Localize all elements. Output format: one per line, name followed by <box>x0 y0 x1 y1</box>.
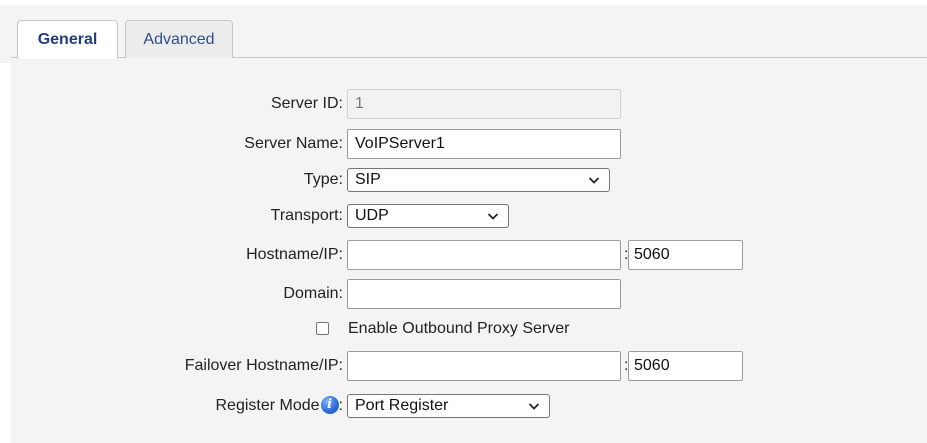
domain-label: Domain: <box>283 285 343 302</box>
transport-label: Transport: <box>270 207 343 224</box>
register-mode-row: Register Mode i: Port Register <box>0 392 927 422</box>
outbound-proxy-label[interactable]: Enable Outbound Proxy Server <box>348 315 569 343</box>
hostname-input[interactable] <box>347 240 621 270</box>
hostname-port-value: 5060 <box>634 246 670 263</box>
register-mode-colon: : <box>338 397 343 414</box>
server-id-value: 1 <box>355 95 364 112</box>
transport-selected-value: UDP <box>355 207 389 224</box>
domain-row: Domain: <box>0 279 927 309</box>
hostname-label: Hostname/IP: <box>246 246 343 263</box>
server-id-label: Server ID: <box>270 95 343 112</box>
register-mode-select[interactable]: Port Register <box>347 394 550 418</box>
tab-advanced-label: Advanced <box>143 30 215 48</box>
tab-general[interactable]: General <box>17 20 118 59</box>
failover-hostname-input[interactable] <box>347 351 621 381</box>
server-id-row: Server ID: 1 <box>0 89 927 119</box>
register-mode-selected-value: Port Register <box>355 397 449 414</box>
chevron-down-icon <box>487 213 499 220</box>
tab-general-label: General <box>37 31 98 48</box>
chevron-down-icon <box>528 403 540 410</box>
server-name-value: VoIPServer1 <box>355 135 445 152</box>
outbound-proxy-checkbox[interactable] <box>316 322 329 335</box>
hostname-row: Hostname/IP: : 5060 <box>0 240 927 270</box>
domain-input[interactable] <box>347 279 621 309</box>
failover-port-input[interactable]: 5060 <box>628 351 743 381</box>
register-mode-label-group: Register Mode i: <box>215 392 343 418</box>
type-select[interactable]: SIP <box>347 168 610 192</box>
server-name-row: Server Name: VoIPServer1 <box>0 129 927 159</box>
type-selected-value: SIP <box>355 171 381 188</box>
tab-advanced[interactable]: Advanced <box>125 20 233 58</box>
hostname-port-input[interactable]: 5060 <box>628 240 743 270</box>
failover-hostname-row: Failover Hostname/IP: : 5060 <box>0 351 927 381</box>
transport-select[interactable]: UDP <box>347 204 509 228</box>
type-label: Type: <box>303 171 343 188</box>
chevron-down-icon <box>588 177 600 184</box>
server-id-field: 1 <box>347 89 621 119</box>
register-mode-label: Register Mode <box>215 397 320 414</box>
outbound-proxy-row: Enable Outbound Proxy Server <box>0 315 927 343</box>
failover-hostname-label: Failover Hostname/IP: <box>184 357 343 374</box>
server-name-input[interactable]: VoIPServer1 <box>347 129 621 159</box>
type-row: Type: SIP <box>0 168 927 198</box>
failover-port-value: 5060 <box>634 357 670 374</box>
server-name-label: Server Name: <box>244 135 343 152</box>
transport-row: Transport: UDP <box>0 204 927 234</box>
info-icon[interactable]: i <box>320 396 339 414</box>
